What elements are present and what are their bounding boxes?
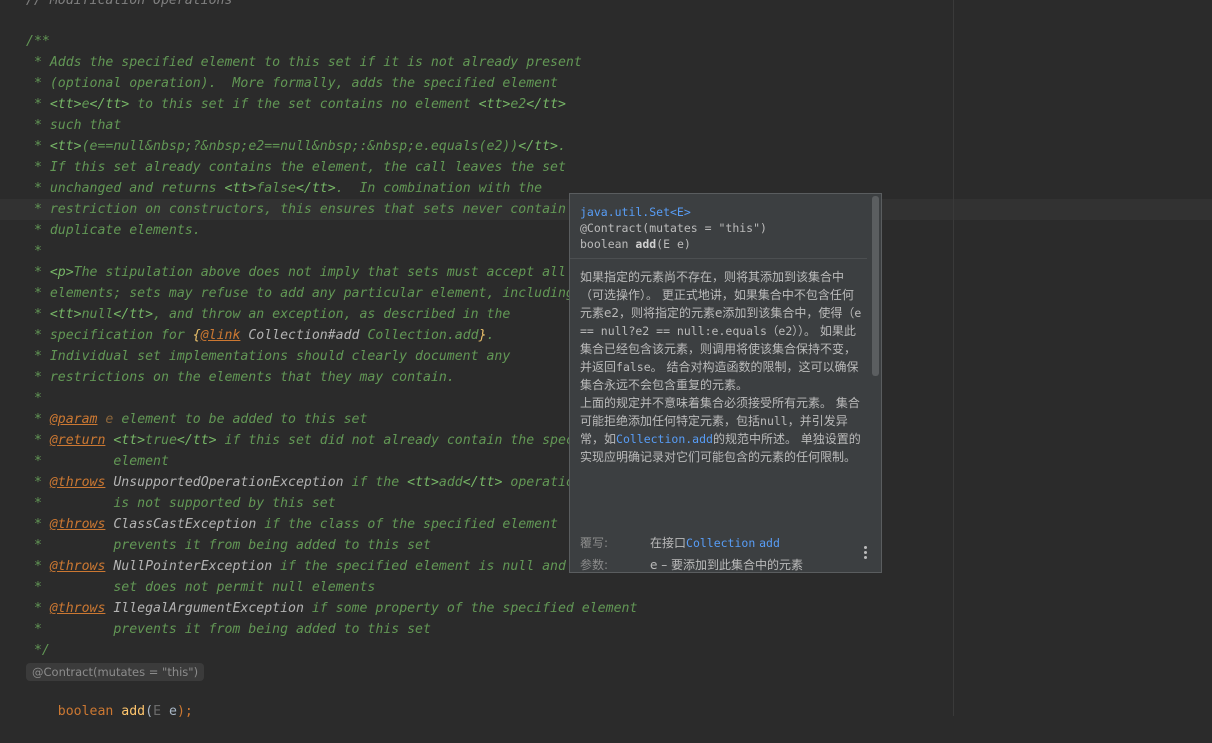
code-line: * elements; sets may refuse to add any p…: [26, 286, 574, 301]
code-line: */: [26, 643, 50, 658]
method-signature[interactable]: boolean add(E e);: [26, 680, 193, 719]
code-line: * such that: [26, 118, 122, 133]
code-line: * element: [26, 454, 169, 469]
type-param-e: E: [153, 704, 162, 719]
popup-scrollbar[interactable]: [872, 196, 879, 376]
code-line: * @return <tt>true</tt> if this set did …: [26, 433, 614, 448]
code-line: *: [26, 391, 42, 406]
code-line: * (optional operation). More formally, a…: [26, 76, 558, 91]
code-line: * Individual set implementations should …: [26, 349, 511, 364]
params-value: e – 要添加到此集合中的元素: [650, 558, 804, 572]
code-line: * is not supported by this set: [26, 496, 336, 511]
code-line: * unchanged and returns <tt>false</tt>. …: [26, 181, 543, 196]
keyword-boolean: boolean: [57, 704, 114, 719]
overrides-label: 覆写:: [580, 536, 609, 550]
code-line: * prevents it from being added to this s…: [26, 622, 431, 637]
code-line: * @throws NullPointerException if the sp…: [26, 559, 606, 574]
quick-documentation-popup[interactable]: java.util.Set<E> @Contract(mutates = "th…: [569, 193, 882, 573]
doc-code: null: [760, 414, 788, 428]
doc-header: java.util.Set<E> @Contract(mutates = "th…: [580, 204, 767, 252]
code-line-cut: // Modification Operations: [26, 0, 233, 8]
overrides-text: 在接口: [650, 536, 687, 550]
method-name-add[interactable]: add: [121, 704, 145, 719]
code-line: * restriction on constructors, this ensu…: [26, 202, 566, 217]
code-line: * specification for {@link Collection#ad…: [26, 328, 495, 343]
code-line: * set does not permit null elements: [26, 580, 376, 595]
overrides-link-collection[interactable]: Collection: [686, 536, 755, 550]
signature-end: );: [176, 704, 193, 719]
code-line: *: [26, 244, 42, 259]
doc-sig-suffix: (E e): [656, 237, 691, 251]
code-line: * <tt>e</tt> to this set if the set cont…: [26, 97, 566, 112]
code-line: * @param e element to be added to this s…: [26, 412, 368, 427]
code-line: * prevents it from being added to this s…: [26, 538, 431, 553]
code-line: * <tt>null</tt>, and throw an exception,…: [26, 307, 511, 322]
code-line: * restrictions on the elements that they…: [26, 370, 455, 385]
doc-sig-name: add: [635, 237, 657, 251]
doc-overrides: 覆写: 在接口Collection add: [580, 534, 780, 552]
doc-params: 参数: e – 要添加到此集合中的元素: [580, 556, 804, 572]
doc-link-collection-add[interactable]: Collection.add: [616, 432, 713, 446]
code-line: * Adds the specified element to this set…: [26, 55, 582, 70]
params-label: 参数:: [580, 558, 609, 572]
code-line: * @throws ClassCastException if the clas…: [26, 517, 558, 532]
code-line: * duplicate elements.: [26, 223, 201, 238]
code-line: * If this set already contains the eleme…: [26, 160, 566, 175]
doc-text: 如果指定的元素尚不存在，则将其添加到该集合中（可选操作）。 更正式地讲，如果集合…: [580, 270, 855, 320]
code-line: * @throws IllegalArgumentException if so…: [26, 601, 638, 616]
doc-paragraph-1: 如果指定的元素尚不存在，则将其添加到该集合中（可选操作）。 更正式地讲，如果集合…: [580, 268, 862, 394]
doc-sig-prefix: boolean: [580, 237, 636, 251]
param-e: e: [168, 704, 177, 719]
code-line: /**: [26, 34, 50, 49]
code-line: * @throws UnsupportedOperationException …: [26, 475, 582, 490]
more-vertical-icon[interactable]: [860, 545, 870, 561]
doc-contract: @Contract(mutates = "this"): [580, 221, 767, 235]
contract-inlay-hint[interactable]: @Contract(mutates = "this"): [26, 663, 205, 681]
doc-code: false: [616, 360, 651, 374]
code-line: * <tt>(e==null&nbsp;?&nbsp;e2==null&nbsp…: [26, 139, 566, 154]
right-margin-guide: [953, 0, 954, 716]
code-line: * <p>The stipulation above does not impl…: [26, 265, 566, 280]
doc-paragraph-2: 上面的规定并不意味着集合必须接受所有元素。 集合可能拒绝添加任何特定元素，包括n…: [580, 394, 862, 466]
overrides-link-add[interactable]: add: [759, 536, 780, 550]
doc-description: 如果指定的元素尚不存在，则将其添加到该集合中（可选操作）。 更正式地讲，如果集合…: [580, 268, 862, 466]
doc-package-link[interactable]: java.util.Set<E>: [580, 205, 691, 219]
doc-divider: [570, 258, 867, 259]
